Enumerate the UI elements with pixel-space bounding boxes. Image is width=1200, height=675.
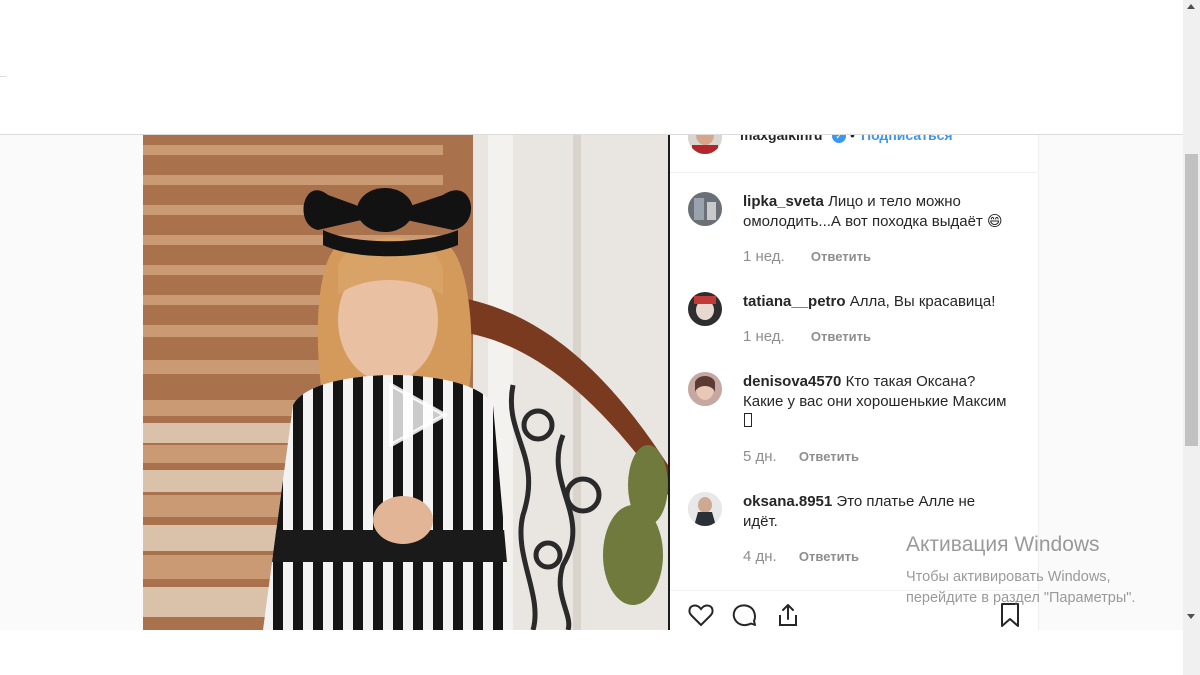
comment-username[interactable]: oksana.8951	[743, 493, 832, 510]
watermark-text: Чтобы активировать Windows, перейдите в …	[906, 567, 1135, 609]
share-icon[interactable]	[774, 601, 802, 629]
comment-username[interactable]: denisova4570	[743, 373, 841, 390]
comment-avatar-image	[688, 192, 722, 226]
video-player[interactable]	[143, 135, 668, 630]
comment-meta: 5 дн. Ответить	[743, 448, 859, 465]
comment-age: 4 дн.	[743, 548, 777, 565]
play-icon	[389, 383, 447, 447]
scroll-down-icon[interactable]	[1187, 614, 1195, 619]
comment-avatar-image	[688, 492, 722, 526]
unknown-glyph-icon	[744, 413, 752, 427]
comment-meta: 1 нед. Ответить	[743, 328, 871, 345]
play-button[interactable]	[373, 375, 453, 455]
comment-text: denisova4570 Кто такая Оксана? Какие у в…	[743, 372, 1013, 432]
comments-list: lipka_sveta Лицо и тело можно омолодить.…	[670, 172, 1037, 590]
reply-button[interactable]: Ответить	[811, 249, 871, 264]
comment-avatar-image	[688, 292, 722, 326]
comment-age: 5 дн.	[743, 448, 777, 465]
comment-text: tatiana__petro Алла, Вы красавица!	[743, 292, 1013, 312]
bottom-band	[0, 630, 1183, 675]
reply-button[interactable]: Ответить	[799, 449, 859, 464]
comment-bubble-icon[interactable]	[730, 601, 758, 629]
comment-age: 1 нед.	[743, 248, 785, 265]
comment-avatar[interactable]	[688, 372, 722, 406]
comment-avatar[interactable]	[688, 292, 722, 326]
heart-icon[interactable]	[687, 601, 715, 629]
comment-text: lipka_sveta Лицо и тело можно омолодить.…	[743, 192, 1013, 232]
comment-meta: 4 дн. Ответить	[743, 548, 859, 565]
vertical-scrollbar[interactable]	[1183, 0, 1200, 675]
watermark-line-1: Чтобы активировать Windows,	[906, 569, 1111, 585]
comment-meta: 1 нед. Ответить	[743, 248, 871, 265]
comment-avatar[interactable]	[688, 192, 722, 226]
scroll-up-icon[interactable]	[1187, 4, 1195, 9]
watermark-line-2: перейдите в раздел "Параметры".	[906, 590, 1136, 606]
header-edge-line	[0, 76, 6, 77]
comment-age: 1 нед.	[743, 328, 785, 345]
scrollbar-thumb[interactable]	[1185, 154, 1198, 446]
comment-text: oksana.8951 Это платье Алле не идёт.	[743, 492, 1013, 532]
reply-button[interactable]: Ответить	[799, 549, 859, 564]
watermark-title: Активация Windows	[906, 533, 1100, 556]
reply-button[interactable]: Ответить	[811, 329, 871, 344]
windows-activation-watermark: Активация Windows Чтобы активировать Win…	[906, 533, 1135, 609]
comment-avatar-image	[688, 372, 722, 406]
comment-username[interactable]: lipka_sveta	[743, 193, 824, 210]
page-header	[0, 0, 1183, 135]
comment-username[interactable]: tatiana__petro	[743, 293, 846, 310]
comment-body: Алла, Вы красавица!	[849, 293, 996, 310]
comment-avatar[interactable]	[688, 492, 722, 526]
